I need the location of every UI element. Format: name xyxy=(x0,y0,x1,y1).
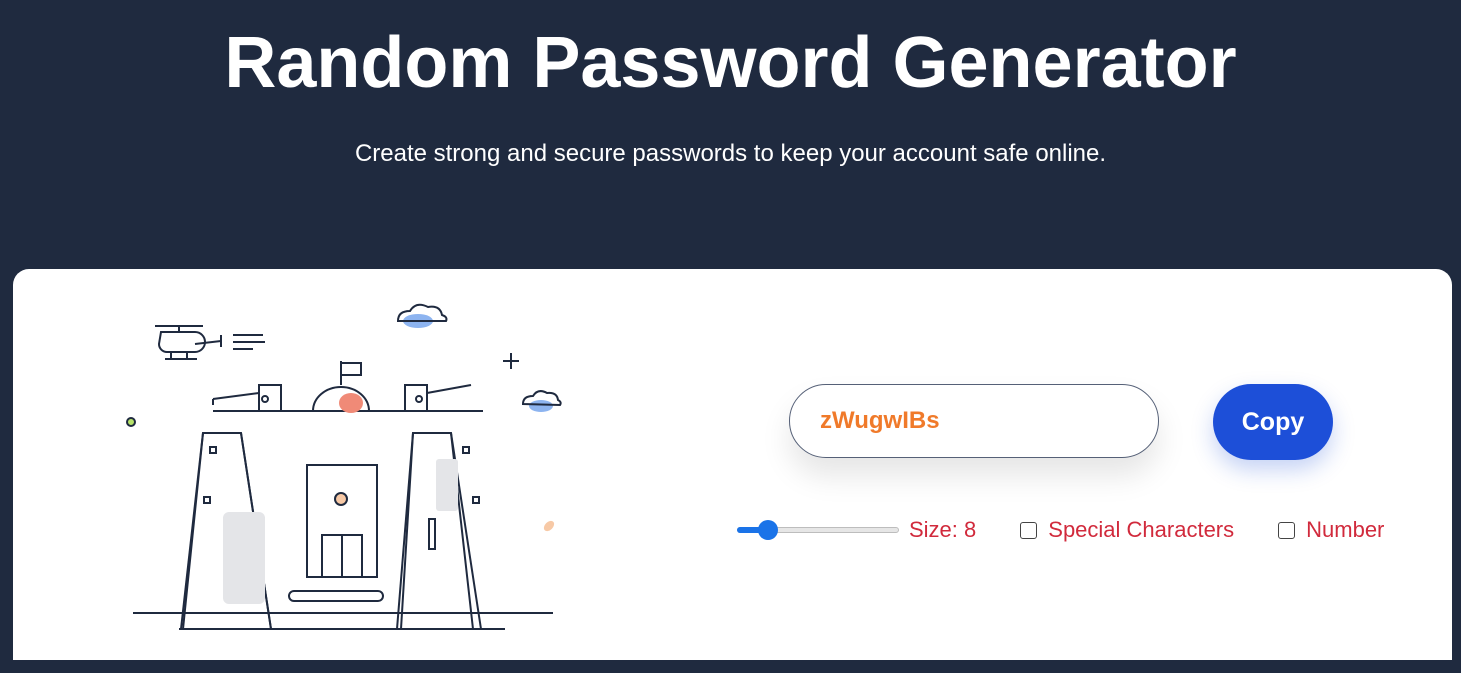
special-characters-option[interactable]: Special Characters xyxy=(1020,517,1234,543)
copy-button[interactable]: Copy xyxy=(1213,384,1333,460)
password-output[interactable]: zWugwIBs xyxy=(789,384,1159,458)
special-characters-label: Special Characters xyxy=(1048,517,1235,542)
number-option[interactable]: Number xyxy=(1278,517,1384,543)
options-row: Size: 8 Special Characters Number xyxy=(737,513,1384,547)
size-slider[interactable] xyxy=(737,520,899,540)
size-label: Size: 8 xyxy=(909,517,977,542)
number-label: Number xyxy=(1306,517,1385,542)
helicopter-icon xyxy=(155,325,222,360)
page-title: Random Password Generator xyxy=(224,23,1237,103)
slider-thumb[interactable] xyxy=(757,520,778,540)
page-subtitle: Create strong and secure passwords to ke… xyxy=(354,140,1107,167)
generator-card: zWugwIBs Copy Size: 8 Special Characters… xyxy=(13,269,1452,660)
special-characters-checkbox[interactable] xyxy=(1020,521,1038,539)
password-value: zWugwIBs xyxy=(820,407,940,434)
number-checkbox[interactable] xyxy=(1278,521,1296,539)
hero-header: Random Password Generator Create strong … xyxy=(0,0,1461,270)
castle-illustration xyxy=(126,303,562,630)
